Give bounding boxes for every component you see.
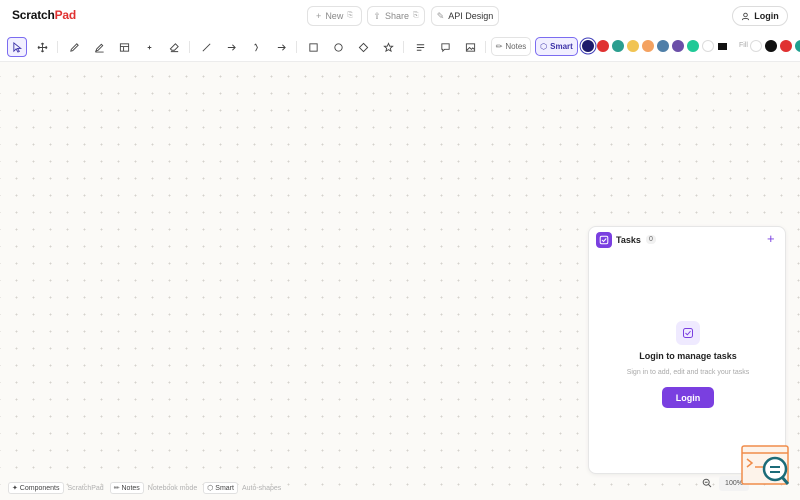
color-swatch-red[interactable] — [597, 40, 609, 52]
table-tool[interactable] — [114, 37, 134, 57]
pencil-icon — [69, 42, 79, 52]
edit-icon: ✎ — [436, 10, 445, 21]
tasks-checkbox-icon — [596, 232, 612, 248]
color-swatch-white[interactable] — [702, 40, 714, 52]
curve-icon — [253, 43, 258, 51]
notes-icon: ✏ — [495, 42, 503, 51]
curve-arrow-tool[interactable] — [246, 37, 266, 57]
fill-label: Fill — [739, 42, 748, 49]
toolbar-divider — [296, 41, 297, 53]
checkbox-icon — [676, 321, 700, 345]
line-icon — [202, 43, 210, 51]
pen-tool[interactable] — [89, 37, 109, 57]
app-logo[interactable]: ScratchPad — [12, 8, 76, 22]
components-hint-text: ScratchPad — [67, 484, 104, 492]
new-button[interactable]: + New ⎘ — [307, 6, 362, 26]
circle-icon — [333, 42, 343, 52]
color-swatch-orange[interactable] — [642, 40, 654, 52]
hexagon-icon: ⬡ — [540, 42, 548, 51]
share-button[interactable]: ⇪ Share ⎘ — [367, 6, 425, 26]
upload-icon: ⇪ — [373, 10, 381, 21]
user-icon — [742, 12, 750, 20]
add-tool[interactable] — [139, 37, 159, 57]
arrow-right-icon — [277, 43, 286, 51]
login-label: Login — [754, 11, 779, 21]
header-login-button[interactable]: Login — [732, 6, 788, 26]
pen-icon — [94, 43, 104, 53]
text-lines-icon — [416, 43, 424, 51]
color-swatch-navy[interactable] — [582, 40, 594, 52]
zoom-out-button[interactable] — [698, 475, 716, 491]
notes-hint-text: Notebook mode — [147, 484, 198, 492]
shortcut-icon: ⎘ — [347, 12, 353, 19]
fill-swatch-teal[interactable] — [795, 40, 800, 52]
zoom-out-icon — [702, 478, 712, 488]
comment-icon — [440, 42, 450, 52]
components-hint-key[interactable]: ✦ Components — [8, 482, 64, 494]
notes-mode-label: Notes — [505, 42, 527, 51]
color-swatch-purple[interactable] — [672, 40, 684, 52]
smart-hint-text: Auto-shapes — [241, 484, 282, 492]
eraser-icon — [169, 42, 179, 52]
add-task-button[interactable]: + — [767, 231, 775, 246]
color-swatch-green[interactable] — [687, 40, 699, 52]
text-tool[interactable] — [410, 37, 430, 57]
tasks-title: Tasks — [616, 235, 641, 245]
toolbar-divider — [485, 41, 486, 53]
rectangle-tool[interactable] — [303, 37, 323, 57]
toolbar-divider — [189, 41, 190, 53]
star-icon — [382, 41, 394, 52]
new-label: New — [325, 11, 344, 21]
color-swatch-blue[interactable] — [657, 40, 669, 52]
color-swatch-yellow[interactable] — [627, 40, 639, 52]
arrow-tool[interactable] — [221, 37, 241, 57]
image-tool[interactable] — [460, 37, 480, 57]
star-tool[interactable] — [378, 37, 398, 57]
logo-text: Scratch — [12, 8, 55, 22]
doc-title-button[interactable]: ✎ API Design — [431, 6, 499, 26]
doc-title: API Design — [448, 11, 494, 21]
copy-icon: ⎘ — [412, 12, 419, 19]
image-icon — [465, 42, 475, 52]
notes-mode-button[interactable]: ✏ Notes — [491, 37, 531, 56]
move-icon — [37, 42, 47, 52]
tasks-panel: Tasks 0 + Login to manage tasks Sign in … — [588, 226, 786, 474]
smart-mode-button[interactable]: ⬡ Smart — [535, 37, 578, 56]
comment-tool[interactable] — [435, 37, 455, 57]
fill-swatch-black[interactable] — [765, 40, 777, 52]
stroke-preview-swatch[interactable] — [718, 43, 727, 50]
color-swatch-teal[interactable] — [612, 40, 624, 52]
logo-accent-text: Pad — [54, 8, 77, 22]
notes-hint-key[interactable]: ✏ Notes — [109, 482, 144, 494]
pan-tool[interactable] — [32, 37, 52, 57]
share-label: Share — [384, 11, 409, 21]
square-icon — [308, 42, 318, 52]
cursor-icon — [12, 41, 22, 53]
tasks-login-button[interactable]: Login — [662, 387, 714, 408]
top-header: ScratchPad + New ⎘ ⇪ Share ⎘ ✎ API Desig… — [0, 0, 800, 32]
circle-tool[interactable] — [328, 37, 348, 57]
shortcut-hints: ✦ Components ScratchPad ✏ Notes Notebook… — [8, 482, 283, 494]
diamond-tool[interactable] — [353, 37, 373, 57]
toolbar-divider — [57, 41, 58, 53]
tasks-count-badge: 0 — [646, 235, 656, 244]
tasks-empty-title: Login to manage tasks — [639, 351, 737, 361]
plus-icon — [147, 45, 151, 49]
table-icon — [119, 42, 129, 52]
assistant-widget-icon[interactable] — [741, 445, 791, 487]
line-tool[interactable] — [196, 37, 216, 57]
arrow-right-icon — [227, 43, 236, 51]
smart-hint-key[interactable]: ⬡ Smart — [203, 482, 238, 494]
pencil-tool[interactable] — [64, 37, 84, 57]
fill-swatch-red[interactable] — [780, 40, 792, 52]
eraser-tool[interactable] — [164, 37, 184, 57]
plus-icon: + — [316, 11, 322, 21]
tasks-empty-subtitle: Sign in to add, edit and track your task… — [626, 369, 750, 376]
smart-mode-label: Smart — [550, 42, 573, 51]
toolbar-divider — [403, 41, 404, 53]
fill-swatch-none[interactable] — [750, 40, 762, 52]
select-tool[interactable] — [7, 37, 27, 57]
connector-tool[interactable] — [271, 37, 291, 57]
diamond-icon — [358, 42, 368, 52]
